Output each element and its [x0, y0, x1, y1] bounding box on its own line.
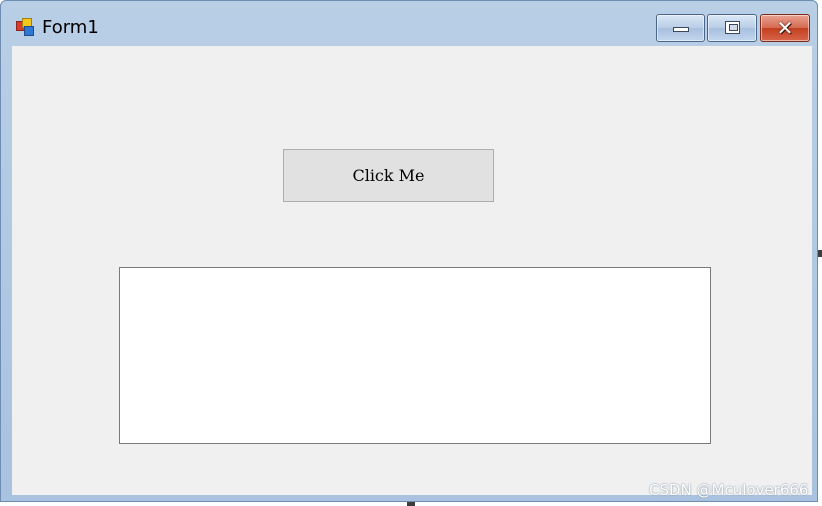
close-icon: ✕: [776, 16, 794, 40]
app-window: Form1 ✕ Click Me: [0, 0, 818, 502]
minimize-icon: [673, 27, 689, 32]
app-icon[interactable]: [16, 18, 36, 38]
maximize-button[interactable]: [707, 14, 757, 42]
maximize-icon: [725, 21, 740, 34]
form-client-area: Click Me: [12, 46, 812, 495]
output-textbox[interactable]: [119, 267, 711, 444]
app-icon-blue-square: [24, 26, 34, 36]
window-title: Form1: [42, 17, 99, 38]
right-resize-handle[interactable]: [818, 250, 822, 257]
bottom-resize-handle[interactable]: [407, 502, 415, 506]
title-bar[interactable]: Form1 ✕: [1, 1, 817, 45]
close-button[interactable]: ✕: [760, 14, 810, 42]
minimize-button[interactable]: [656, 14, 705, 42]
click-me-button[interactable]: Click Me: [283, 149, 494, 202]
watermark: CSDN @Mculover666: [649, 481, 809, 499]
